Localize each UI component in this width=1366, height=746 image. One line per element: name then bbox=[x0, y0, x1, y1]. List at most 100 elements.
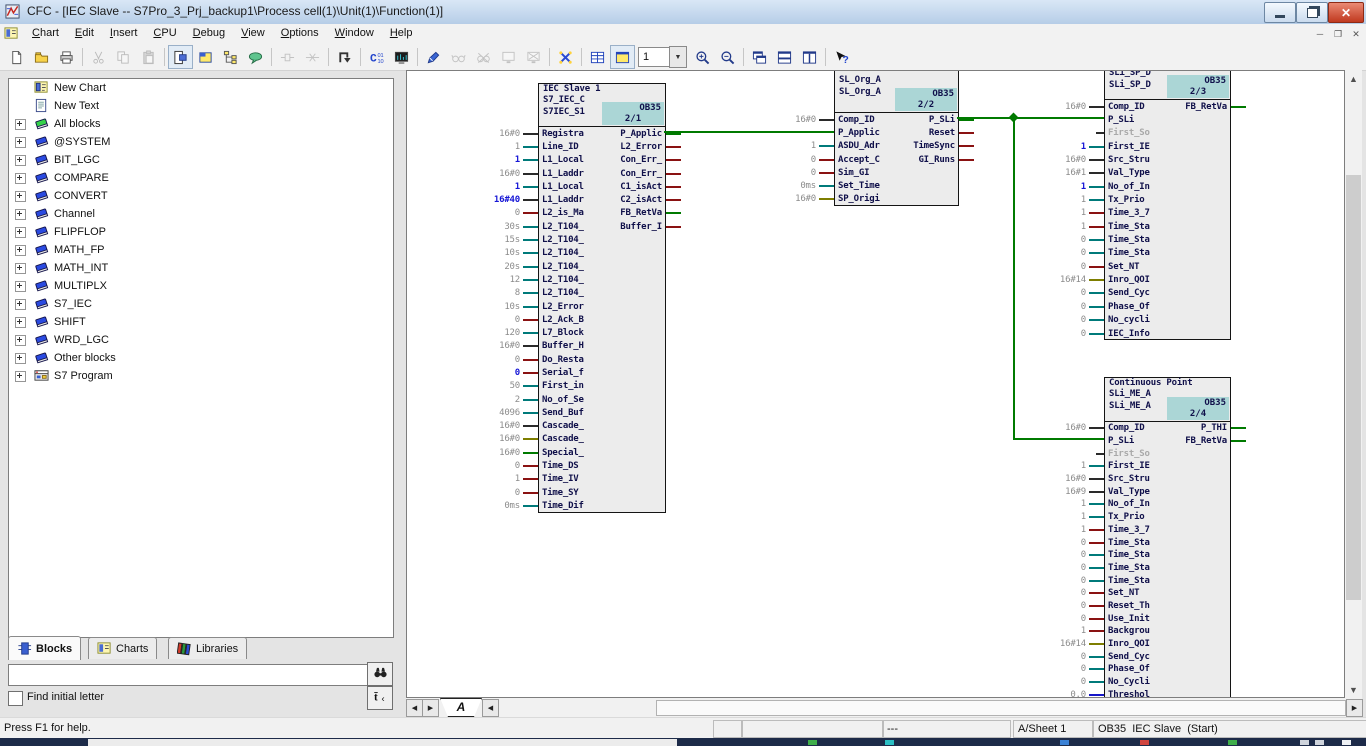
pin-value[interactable]: 0 bbox=[1081, 302, 1086, 312]
input-pin-time_sta[interactable]: Time_Sta bbox=[1108, 222, 1150, 232]
input-pin-first_in[interactable]: First_in bbox=[542, 381, 584, 391]
input-pin-l1_laddr[interactable]: L1_Laddr bbox=[542, 169, 584, 179]
pin-value[interactable]: 0ms bbox=[800, 181, 816, 191]
pin-value[interactable]: 16#14 bbox=[1060, 275, 1086, 285]
pin-value[interactable]: 16#0 bbox=[499, 169, 520, 179]
input-pin-no_of_se[interactable]: No_of_Se bbox=[542, 395, 584, 405]
input-pin-time_sta[interactable]: Time_Sta bbox=[1108, 563, 1150, 573]
input-pin-first_so[interactable]: First_So bbox=[1108, 449, 1150, 459]
input-pin-phase_of[interactable]: Phase_Of bbox=[1108, 302, 1150, 312]
pin-value[interactable]: 1 bbox=[1081, 525, 1086, 535]
pin-value[interactable]: 0 bbox=[1081, 601, 1086, 611]
input-pin-accept_c[interactable]: Accept_C bbox=[838, 155, 880, 165]
input-pin-cascade_[interactable]: Cascade_ bbox=[542, 421, 584, 431]
pin-value[interactable]: 1 bbox=[515, 182, 520, 192]
output-pin-timesync[interactable]: TimeSync bbox=[913, 141, 955, 151]
pin-value[interactable]: 0 bbox=[1081, 235, 1086, 245]
scroll-down-icon[interactable]: ▼ bbox=[1345, 681, 1362, 698]
find-initial-button[interactable]: t̄‹ bbox=[367, 686, 393, 710]
input-pin-no_cycli[interactable]: No_cycli bbox=[1108, 315, 1150, 325]
jump-button[interactable] bbox=[332, 45, 357, 69]
pin-value[interactable]: 0 bbox=[1081, 262, 1086, 272]
pin-value[interactable]: 1 bbox=[515, 155, 520, 165]
input-pin-inro_qoi[interactable]: Inro_QOI bbox=[1108, 639, 1150, 649]
input-pin-set_nt[interactable]: Set_NT bbox=[1108, 588, 1139, 598]
input-pin-l7_block[interactable]: L7_Block bbox=[542, 328, 584, 338]
tree-item-other-blocks[interactable]: Other blocks bbox=[9, 349, 393, 367]
taskbar-app-icon[interactable] bbox=[1140, 740, 1149, 745]
pin-value[interactable]: 0 bbox=[1081, 652, 1086, 662]
input-pin-p_sli[interactable]: P_SLi bbox=[1108, 436, 1134, 446]
input-pin-sim_gi[interactable]: Sim_GI bbox=[838, 168, 869, 178]
expand-icon[interactable] bbox=[15, 371, 26, 382]
sheet-prev-button[interactable]: ◀ bbox=[406, 699, 423, 717]
pin-value[interactable]: 16#0 bbox=[1065, 474, 1086, 484]
tree-item-math-fp[interactable]: MATH_FP bbox=[9, 241, 393, 259]
close-button[interactable]: ✕ bbox=[1328, 2, 1364, 23]
function-block-sli-sp[interactable]: SLi_SP_DSLi_SP_DOB352/3Comp_ID16#0FB_Ret… bbox=[1104, 70, 1231, 340]
interconnection-wire[interactable] bbox=[664, 131, 834, 133]
tree-item-wrd-lgc[interactable]: WRD_LGC bbox=[9, 331, 393, 349]
interconnection-wire[interactable] bbox=[957, 117, 1104, 119]
input-pin-l2_t104_[interactable]: L2_T104_ bbox=[542, 275, 584, 285]
pin-value[interactable]: 16#0 bbox=[499, 341, 520, 351]
pin-value[interactable]: 1 bbox=[515, 474, 520, 484]
help-pointer-button[interactable]: ? bbox=[829, 45, 854, 69]
input-pin-reset_th[interactable]: Reset_Th bbox=[1108, 601, 1150, 611]
expand-icon[interactable] bbox=[15, 191, 26, 202]
pin-value[interactable]: 16#0 bbox=[795, 115, 816, 125]
output-pin-p_sli[interactable]: P_SLi bbox=[929, 115, 955, 125]
input-pin-time_ds[interactable]: Time_DS bbox=[542, 461, 579, 471]
expand-icon[interactable] bbox=[15, 281, 26, 292]
pin-value[interactable]: 50 bbox=[510, 381, 520, 391]
input-pin-l2_t104_[interactable]: L2_T104_ bbox=[542, 262, 584, 272]
input-pin-l2_t104_[interactable]: L2_T104_ bbox=[542, 248, 584, 258]
input-pin-l1_local[interactable]: L1_Local bbox=[542, 182, 584, 192]
expand-icon[interactable] bbox=[15, 353, 26, 364]
input-pin-l2_t104_[interactable]: L2_T104_ bbox=[542, 288, 584, 298]
pin-value[interactable]: 0ms bbox=[504, 501, 520, 511]
taskbar-app-icon[interactable] bbox=[1300, 740, 1309, 745]
input-pin-time_iv[interactable]: Time_IV bbox=[542, 474, 579, 484]
hscroll-right-button[interactable]: ▶ bbox=[1346, 699, 1363, 717]
input-pin-time_sta[interactable]: Time_Sta bbox=[1108, 576, 1150, 586]
input-pin-comp_id[interactable]: Comp_ID bbox=[1108, 423, 1145, 433]
pin-value[interactable]: 0 bbox=[1081, 550, 1086, 560]
tab-blocks[interactable]: Blocks bbox=[8, 636, 81, 660]
pin-value[interactable]: 0 bbox=[515, 208, 520, 218]
input-pin-set_nt[interactable]: Set_NT bbox=[1108, 262, 1139, 272]
menu-edit[interactable]: Edit bbox=[67, 24, 102, 42]
input-pin-tx_prio[interactable]: Tx_Prio bbox=[1108, 512, 1145, 522]
pin-value[interactable]: 0 bbox=[1081, 614, 1086, 624]
pin-value[interactable]: 16#0 bbox=[1065, 102, 1086, 112]
cascade-windows-button[interactable] bbox=[747, 45, 772, 69]
pin-value[interactable]: 16#0 bbox=[499, 434, 520, 444]
expand-icon[interactable] bbox=[15, 173, 26, 184]
input-pin-first_ie[interactable]: First_IE bbox=[1108, 142, 1150, 152]
zoom-out-button[interactable] bbox=[715, 45, 740, 69]
pin-value[interactable]: 1 bbox=[1081, 626, 1086, 636]
input-pin-time_3_7[interactable]: Time_3_7 bbox=[1108, 525, 1150, 535]
expand-icon[interactable] bbox=[15, 155, 26, 166]
menu-insert[interactable]: Insert bbox=[102, 24, 146, 42]
taskbar-app-icon[interactable] bbox=[885, 740, 894, 745]
mdi-minimize-button[interactable]: ─ bbox=[1312, 27, 1328, 41]
input-pin-l2_error[interactable]: L2_Error bbox=[542, 302, 584, 312]
interconnection-wire[interactable] bbox=[1013, 117, 1015, 439]
pin-value[interactable]: 0 bbox=[1081, 563, 1086, 573]
menu-debug[interactable]: Debug bbox=[185, 24, 233, 42]
input-pin-iec_info[interactable]: IEC_Info bbox=[1108, 329, 1150, 339]
tree-item-s7-program[interactable]: S7 Program bbox=[9, 367, 393, 385]
output-pin-buffer_i[interactable]: Buffer_I bbox=[620, 222, 662, 232]
tree-item-compare[interactable]: COMPARE bbox=[9, 169, 393, 187]
interconnection-wire[interactable] bbox=[1013, 438, 1104, 440]
output-pin-l2_error[interactable]: L2_Error bbox=[620, 142, 662, 152]
pin-value[interactable]: 16#0 bbox=[499, 129, 520, 139]
sheet-tab-a[interactable]: A bbox=[440, 698, 482, 717]
output-pin-gi_runs[interactable]: GI_Runs bbox=[918, 155, 955, 165]
pin-value[interactable]: 0 bbox=[1081, 538, 1086, 548]
output-pin-p_thi[interactable]: P_THI bbox=[1201, 423, 1227, 433]
tab-charts[interactable]: Charts bbox=[88, 637, 157, 659]
expand-icon[interactable] bbox=[15, 227, 26, 238]
taskbar-app-icon[interactable] bbox=[1060, 740, 1069, 745]
